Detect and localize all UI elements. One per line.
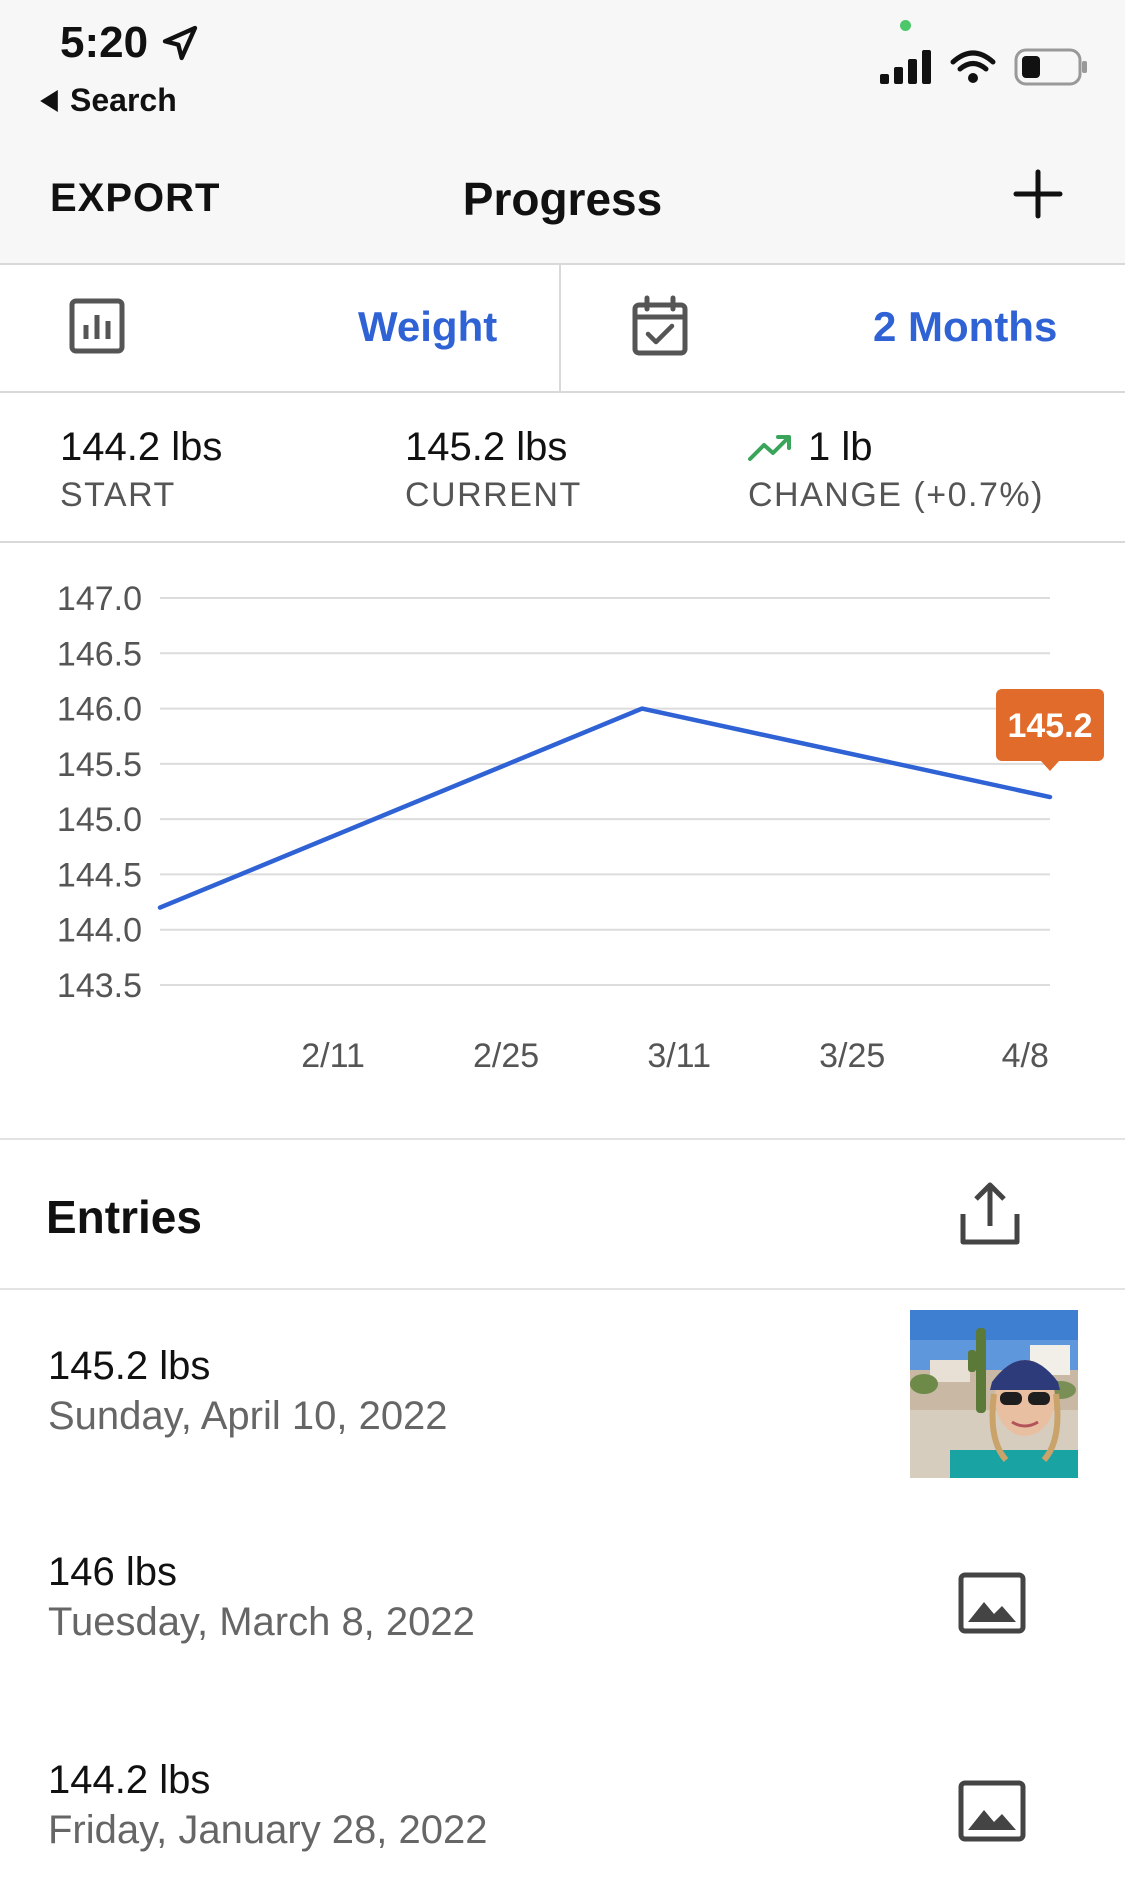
status-time: 5:20 — [60, 18, 200, 68]
export-button[interactable]: EXPORT — [50, 176, 220, 221]
trending-up-icon — [748, 434, 791, 461]
stat-change: 1 lb CHANGE (+0.7%) — [748, 425, 1044, 515]
weight-chart[interactable]: 147.0 146.5 146.0 145.5 145.0 144.5 144.0 143.5… — [0, 545, 1125, 1140]
range-label: 2 Months — [873, 303, 1058, 350]
stat-change-label: CHANGE (+0.7%) — [748, 476, 1044, 514]
status-time-text: 5:20 — [60, 18, 149, 67]
y-tick-label: 144.5 — [57, 856, 142, 894]
battery-icon — [1014, 48, 1087, 86]
x-tick-label: 2/25 — [473, 1037, 539, 1075]
metric-selector[interactable]: Weight — [0, 265, 561, 391]
x-tick-label: 3/25 — [819, 1037, 885, 1075]
stat-start: 144.2 lbs START — [60, 425, 222, 515]
location-arrow-icon — [162, 25, 198, 61]
selector-row: Weight 2 Months — [0, 265, 1125, 393]
privacy-indicator-dot — [900, 20, 911, 31]
entry-weight: 145.2 lbs — [48, 1344, 211, 1388]
entry-row[interactable]: 144.2 lbs Friday, January 28, 2022 — [0, 1710, 1125, 1888]
entry-weight: 144.2 lbs — [48, 1758, 211, 1802]
top-bar: 5:20 Search EXPORT Progress — [0, 0, 1125, 265]
y-tick-label: 143.5 — [57, 967, 142, 1005]
stat-current-label: CURRENT — [405, 476, 582, 514]
entries-header: Entries — [0, 1142, 1125, 1290]
add-icon[interactable] — [1010, 166, 1066, 222]
metric-label: Weight — [358, 303, 498, 350]
wifi-icon — [950, 50, 996, 83]
weight-chart-svg: 147.0 146.5 146.0 145.5 145.0 144.5 144.0 143.5… — [57, 580, 1104, 1075]
image-placeholder-icon[interactable] — [958, 1572, 1026, 1634]
cellular-signal-icon — [880, 50, 931, 84]
stats-row: 144.2 lbs START 145.2 lbs CURRENT 1 lb C… — [0, 393, 1125, 543]
selfie-photo-image — [910, 1310, 1078, 1478]
entry-row[interactable]: 146 lbs Tuesday, March 8, 2022 — [0, 1500, 1125, 1710]
y-tick-label: 145.5 — [57, 746, 142, 784]
value-tooltip-pointer — [1041, 761, 1059, 772]
calendar-check-icon — [632, 295, 688, 356]
page-title: Progress — [462, 173, 663, 225]
back-label: Search — [70, 82, 177, 118]
stat-start-value: 144.2 lbs — [60, 425, 223, 469]
stat-change-value: 1 lb — [808, 425, 873, 469]
entry-date: Tuesday, March 8, 2022 — [48, 1600, 475, 1644]
entry-date: Friday, January 28, 2022 — [48, 1808, 488, 1852]
back-triangle-icon — [40, 89, 58, 112]
value-tooltip-text: 145.2 — [1007, 707, 1092, 745]
entry-weight: 146 lbs — [48, 1550, 177, 1594]
y-tick-label: 145.0 — [57, 801, 142, 839]
back-to-search[interactable]: Search — [38, 82, 177, 119]
x-tick-label: 3/11 — [647, 1037, 711, 1075]
share-icon[interactable] — [955, 1180, 1025, 1250]
x-tick-label: 2/11 — [301, 1037, 365, 1075]
y-tick-label: 144.0 — [57, 912, 142, 950]
status-icons — [880, 48, 1088, 86]
y-tick-label: 146.5 — [57, 635, 142, 673]
stat-current: 145.2 lbs CURRENT — [405, 425, 582, 515]
bar-chart-icon — [69, 298, 125, 354]
stat-start-label: START — [60, 476, 176, 514]
stat-current-value: 145.2 lbs — [405, 425, 568, 469]
entries-title: Entries — [46, 1191, 202, 1243]
range-selector[interactable]: 2 Months — [563, 265, 1125, 391]
stat-change-row: 1 lb — [748, 425, 1044, 470]
weight-series-line — [157, 706, 1053, 910]
x-tick-label: 4/8 — [1002, 1037, 1049, 1075]
image-placeholder-icon[interactable] — [958, 1780, 1026, 1842]
entry-date: Sunday, April 10, 2022 — [48, 1394, 448, 1438]
entry-photo-thumbnail[interactable] — [910, 1310, 1078, 1478]
y-tick-label: 146.0 — [57, 691, 142, 729]
entry-row[interactable]: 145.2 lbs Sunday, April 10, 2022 — [0, 1290, 1125, 1500]
y-tick-label: 147.0 — [57, 580, 142, 618]
